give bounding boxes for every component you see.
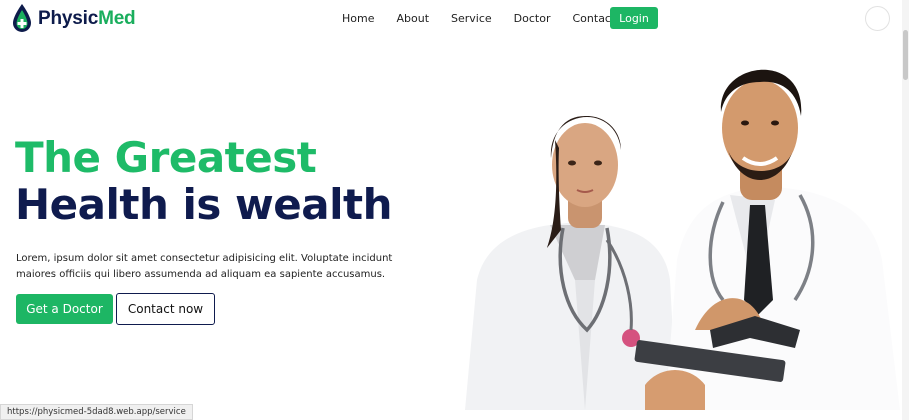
doctors-hero-image	[465, 69, 900, 410]
login-button[interactable]: Login	[610, 7, 658, 29]
nav-contact-link[interactable]: Contact	[573, 12, 616, 25]
hero-title-line1: The Greatest	[15, 133, 317, 182]
brand-name-part2: Med	[98, 8, 136, 29]
profile-avatar[interactable]	[865, 6, 890, 31]
female-doctor-figure	[465, 115, 677, 410]
brand-name-part1: Physic	[38, 8, 99, 29]
scrollbar-thumb[interactable]	[903, 30, 908, 80]
male-doctor-figure	[634, 69, 900, 410]
hero-description: Lorem, ipsum dolor sit amet consectetur …	[16, 253, 393, 280]
nav-home-link[interactable]: Home	[342, 12, 374, 25]
brand-logo-link[interactable]: PhysicMed	[10, 3, 136, 35]
brand-name: PhysicMed	[38, 8, 136, 30]
hero-title-line2: Health is wealth	[15, 180, 393, 229]
nav-doctor-link[interactable]: Doctor	[514, 12, 551, 25]
nav-service-link[interactable]: Service	[451, 12, 492, 25]
contact-now-button[interactable]: Contact now	[116, 293, 215, 325]
nav-about-link[interactable]: About	[396, 12, 429, 25]
browser-status-url: https://physicmed-5dad8.web.app/service	[0, 404, 193, 420]
get-a-doctor-button[interactable]: Get a Doctor	[16, 294, 113, 324]
drop-plus-logo-icon	[13, 4, 31, 32]
